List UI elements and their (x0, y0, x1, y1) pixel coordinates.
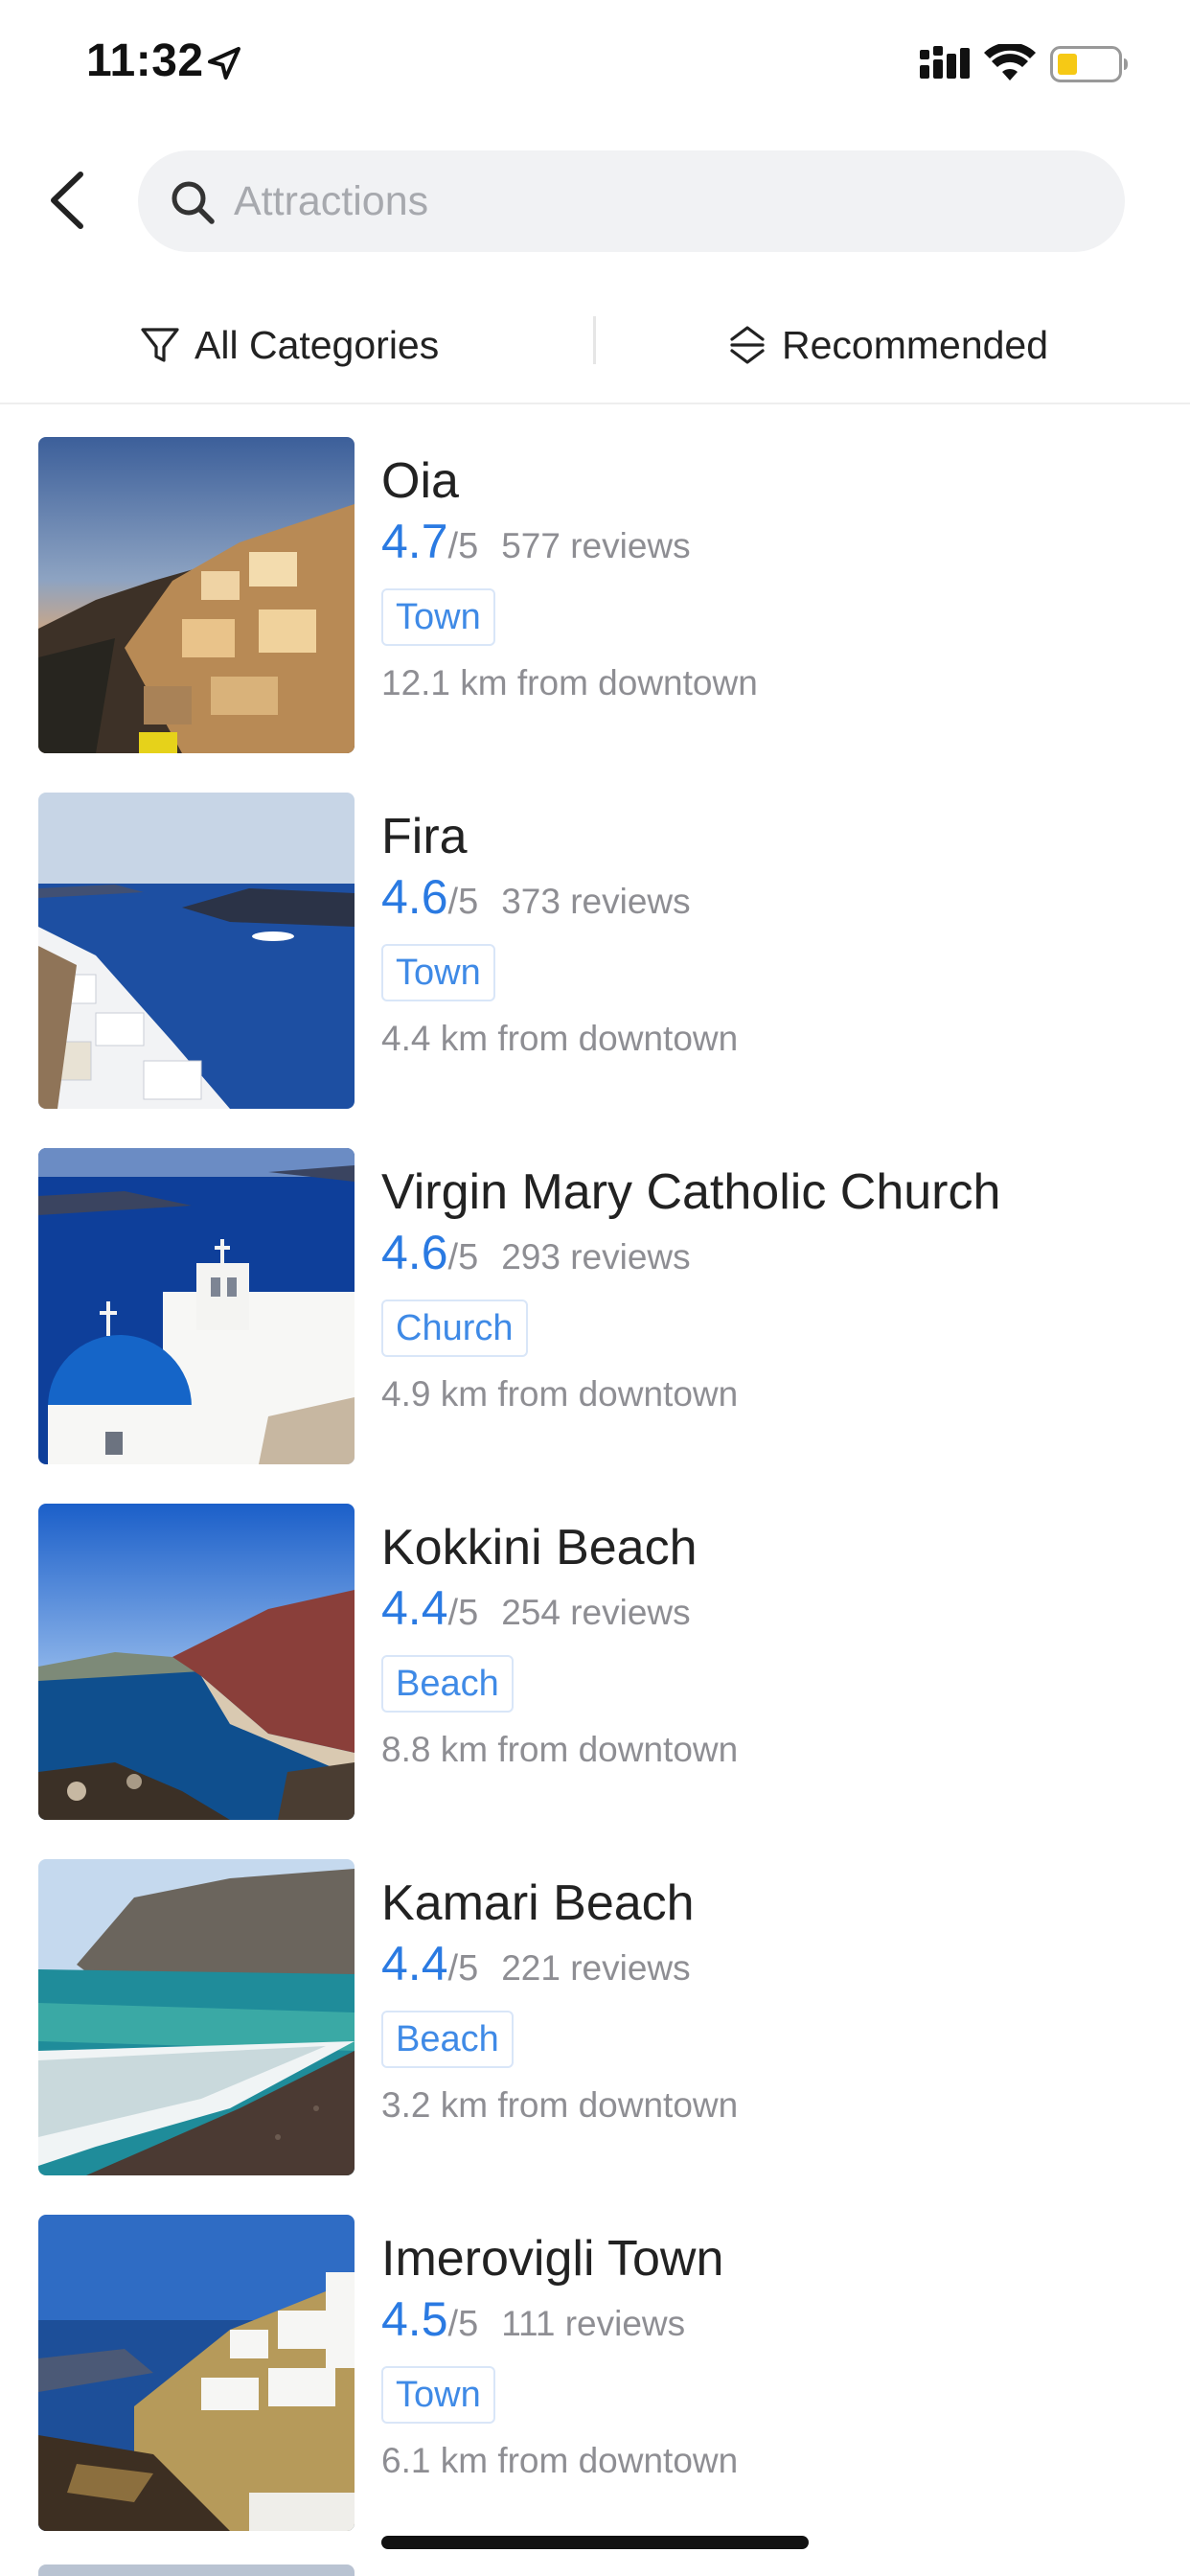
status-bar: 11:32 (0, 0, 1190, 126)
search-input[interactable] (234, 150, 1077, 252)
review-count: 373 reviews (501, 882, 691, 921)
rating-out-of: /5 (447, 1948, 479, 1989)
sort-icon (730, 326, 765, 364)
attraction-item-kamari-beach[interactable]: Kamari Beach 4.4 /5 221 reviews Beach 3.… (0, 1825, 1190, 2180)
attraction-name: Virgin Mary Catholic Church (381, 1164, 1001, 1220)
attraction-list: Oia 4.7 /5 577 reviews Town 12.1 km from… (0, 402, 1190, 2536)
attraction-thumbnail (38, 793, 355, 1109)
wifi-icon (984, 44, 1036, 80)
attraction-thumbnail (38, 1859, 355, 2175)
rating-out-of: /5 (447, 1237, 479, 1277)
rating-score: 4.4 (381, 1937, 448, 1990)
distance-text: 4.4 km from downtown (381, 1019, 739, 1058)
rating-row: 4.4 /5 254 reviews (381, 1580, 1167, 1636)
attraction-thumbnail (38, 437, 355, 753)
rating-score: 4.5 (381, 2292, 448, 2346)
attraction-info: Kamari Beach 4.4 /5 221 reviews Beach 3.… (381, 1873, 1167, 2126)
rating-row: 4.4 /5 221 reviews (381, 1936, 1167, 1991)
rating-row: 4.6 /5 293 reviews (381, 1225, 1167, 1280)
rating-row: 4.6 /5 373 reviews (381, 869, 1167, 925)
location-arrow-icon (208, 47, 240, 80)
filter-divider (593, 316, 596, 364)
category-tag: Town (381, 944, 495, 1001)
attraction-name: Kamari Beach (381, 1875, 695, 1931)
home-indicator[interactable] (381, 2536, 809, 2549)
rating-score: 4.6 (381, 1226, 448, 1279)
rating-out-of: /5 (447, 882, 479, 922)
signal-icon (920, 46, 970, 79)
rating-out-of: /5 (447, 1593, 479, 1633)
review-count: 254 reviews (501, 1593, 691, 1632)
attraction-name: Fira (381, 809, 468, 864)
battery-icon (1050, 46, 1128, 82)
sort-label: Recommended (782, 322, 1049, 367)
attraction-info: Fira 4.6 /5 373 reviews Town 4.4 km from… (381, 806, 1167, 1059)
review-count: 293 reviews (501, 1237, 691, 1276)
filter-bar: All Categories Recommended (0, 288, 1190, 404)
distance-text: 8.8 km from downtown (381, 1730, 739, 1769)
distance-text: 3.2 km from downtown (381, 2085, 739, 2125)
search-icon (172, 181, 215, 224)
attraction-item-kokkini-beach[interactable]: Kokkini Beach 4.4 /5 254 reviews Beach 8… (0, 1469, 1190, 1825)
distance-text: 4.9 km from downtown (381, 1374, 739, 1414)
attraction-name: Imerovigli Town (381, 2231, 724, 2287)
attraction-thumbnail (38, 1504, 355, 1820)
distance-text: 12.1 km from downtown (381, 663, 758, 702)
attraction-thumbnail (38, 1148, 355, 1464)
attraction-name: Oia (381, 453, 459, 509)
attraction-item-oia[interactable]: Oia 4.7 /5 577 reviews Town 12.1 km from… (0, 402, 1190, 758)
all-categories-label: All Categories (195, 322, 440, 367)
category-tag: Beach (381, 1655, 514, 1713)
review-count: 221 reviews (501, 1948, 691, 1988)
attraction-thumbnail (38, 2215, 355, 2531)
rating-score: 4.7 (381, 515, 448, 568)
rating-row: 4.5 /5 111 reviews (381, 2291, 1167, 2347)
attraction-info: Oia 4.7 /5 577 reviews Town 12.1 km from… (381, 450, 1167, 703)
distance-text: 6.1 km from downtown (381, 2441, 739, 2480)
attraction-info: Imerovigli Town 4.5 /5 111 reviews Town … (381, 2228, 1167, 2481)
search-bar[interactable] (138, 150, 1125, 252)
attraction-info: Virgin Mary Catholic Church 4.6 /5 293 r… (381, 1162, 1167, 1414)
category-tag: Beach (381, 2011, 514, 2068)
rating-score: 4.6 (381, 870, 448, 924)
back-button[interactable] (42, 169, 92, 232)
category-tag: Town (381, 588, 495, 646)
filter-funnel-icon (141, 328, 179, 362)
attraction-item-imerovigli-town[interactable]: Imerovigli Town 4.5 /5 111 reviews Town … (0, 2180, 1190, 2536)
status-time: 11:32 (86, 35, 204, 86)
rating-score: 4.4 (381, 1581, 448, 1635)
category-tag: Town (381, 2366, 495, 2424)
sort-recommended-button[interactable]: Recommended (726, 314, 1048, 376)
attraction-info: Kokkini Beach 4.4 /5 254 reviews Beach 8… (381, 1517, 1167, 1770)
all-categories-filter[interactable]: All Categories (139, 314, 439, 376)
rating-out-of: /5 (447, 526, 479, 566)
rating-row: 4.7 /5 577 reviews (381, 514, 1167, 569)
attraction-item-virgin-mary-catholic-church[interactable]: Virgin Mary Catholic Church 4.6 /5 293 r… (0, 1114, 1190, 1469)
review-count: 577 reviews (501, 526, 691, 565)
attraction-item-fira[interactable]: Fira 4.6 /5 373 reviews Town 4.4 km from… (0, 758, 1190, 1114)
next-attraction-thumbnail-peek (38, 2564, 355, 2576)
category-tag: Church (381, 1300, 528, 1357)
review-count: 111 reviews (501, 2304, 686, 2343)
rating-out-of: /5 (447, 2304, 479, 2344)
attraction-name: Kokkini Beach (381, 1520, 698, 1576)
